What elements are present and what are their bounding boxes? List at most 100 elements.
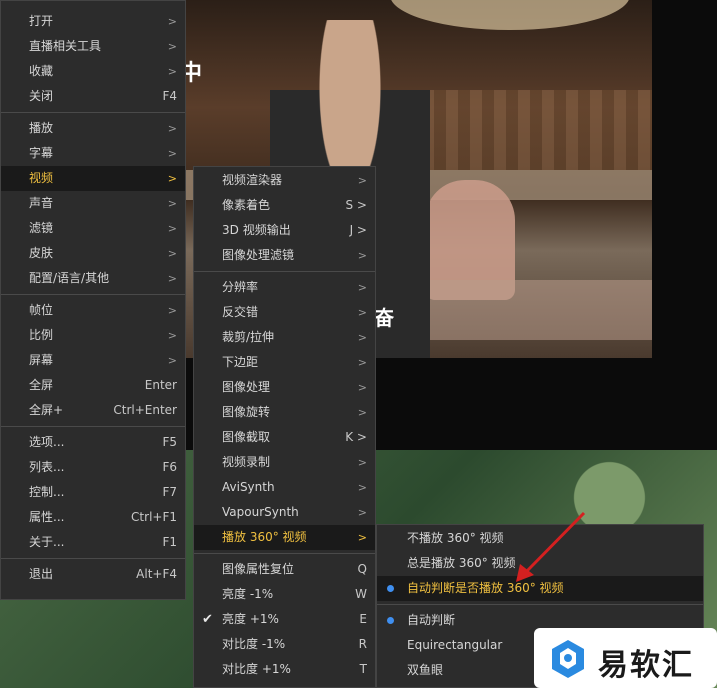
menu-item-shortcut: F7 (162, 485, 177, 499)
submenu-arrow-icon: > (357, 306, 367, 319)
menu-item[interactable]: 播放 > (1, 116, 185, 141)
submenu-arrow-icon: > (167, 65, 177, 78)
menu-item[interactable]: 视频 > (1, 166, 185, 191)
menu-item-label: 声音 (29, 196, 54, 210)
subtitle-fragment: 奋 (374, 306, 394, 330)
menu-item-shortcut: Ctrl+F1 (131, 510, 177, 524)
submenu-arrow-icon: > (167, 354, 177, 367)
menu-item[interactable]: 不播放 360° 视频 (377, 526, 703, 551)
menu-item[interactable]: 退出 Alt+F4 (1, 562, 185, 587)
menu-item[interactable]: 分辨率 > (194, 275, 375, 300)
menu-item-shortcut: F4 (162, 89, 177, 103)
menu-item-label: 配置/语言/其他 (29, 271, 110, 285)
menu-item-label: 列表... (29, 460, 65, 474)
context-menu-video: 视频渲染器 > 像素着色 S >3D 视频输出 J > 图像处理滤镜 > 分辨率 > 反交错 > 裁剪… (193, 166, 376, 688)
menu-item-label: 图像处理 (222, 380, 271, 394)
menu-item[interactable]: 关于... F1 (1, 530, 185, 555)
menu-item-shortcut: E (359, 612, 367, 626)
menu-item[interactable]: 总是播放 360° 视频 (377, 551, 703, 576)
menu-item[interactable]: 全屏 Enter (1, 373, 185, 398)
submenu-arrow-icon: > (167, 222, 177, 235)
menu-item[interactable]: 字幕 > (1, 141, 185, 166)
submenu-arrow-icon: > (167, 15, 177, 28)
menu-item[interactable]: 下边距 > (194, 350, 375, 375)
submenu-arrow-icon: > (357, 456, 367, 469)
menu-separator (1, 294, 185, 295)
menu-item[interactable]: 图像旋转 > (194, 400, 375, 425)
menu-item[interactable]: 对比度 -1% R (194, 632, 375, 657)
menu-item[interactable]: 比例 > (1, 323, 185, 348)
menu-item-label: 屏幕 (29, 353, 54, 367)
menu-item-shortcut: S > (345, 198, 368, 212)
menu-item-label: 选项... (29, 435, 65, 449)
menu-item[interactable]: 皮肤 > (1, 241, 185, 266)
menu-item[interactable]: 视频录制 > (194, 450, 375, 475)
menu-item[interactable]: 图像截取 K > (194, 425, 375, 450)
menu-item[interactable]: 反交错 > (194, 300, 375, 325)
submenu-arrow-icon: > (167, 247, 177, 260)
menu-item[interactable]: 对比度 +1% T (194, 657, 375, 682)
menu-item-label: 亮度 +1% (222, 612, 279, 626)
menu-item[interactable]: 裁剪/拉伸 > (194, 325, 375, 350)
menu-item[interactable]: 声音 > (1, 191, 185, 216)
menu-item[interactable]: 自动判断是否播放 360° 视频 (377, 576, 703, 601)
menu-item-label: Equirectangular (407, 638, 503, 652)
submenu-arrow-icon: > (357, 531, 367, 544)
submenu-arrow-icon: > (167, 304, 177, 317)
menu-item-label: 视频渲染器 (222, 173, 283, 187)
menu-item-label: 裁剪/拉伸 (222, 330, 275, 344)
menu-item-label: 比例 (29, 328, 54, 342)
menu-item-label: 字幕 (29, 146, 54, 160)
menu-item-label: 全屏 (29, 378, 54, 392)
menu-item[interactable]: 收藏 > (1, 59, 185, 84)
menu-item[interactable]: 滤镜 > (1, 216, 185, 241)
menu-item[interactable]: 选项... F5 (1, 430, 185, 455)
menu-item[interactable]: 帧位 > (1, 298, 185, 323)
menu-item[interactable]: AviSynth > (194, 475, 375, 500)
menu-item[interactable]: 全屏+ Ctrl+Enter (1, 398, 185, 423)
menu-item[interactable]: 3D 视频输出 J > (194, 218, 375, 243)
menu-item-label: 播放 360° 视频 (222, 530, 307, 544)
menu-item[interactable]: 关闭 F4 (1, 84, 185, 109)
menu-item[interactable]: ✔ 亮度 +1% E (194, 607, 375, 632)
menu-item[interactable]: 图像属性复位 Q (194, 557, 375, 582)
menu-item-shortcut: R (358, 637, 367, 651)
menu-item[interactable]: 像素着色 S > (194, 193, 375, 218)
menu-item-shortcut: T (359, 662, 367, 676)
menu-item[interactable]: 亮度 -1% W (194, 582, 375, 607)
menu-item-label: 总是播放 360° 视频 (407, 556, 516, 570)
menu-item-label: 视频 (29, 171, 54, 185)
submenu-arrow-icon: > (167, 40, 177, 53)
menu-item-label: 播放 (29, 121, 54, 135)
menu-item-shortcut: W (355, 587, 367, 601)
menu-item-shortcut: J > (349, 223, 367, 237)
menu-item[interactable]: 打开 > (1, 9, 185, 34)
menu-item-label: 自动判断是否播放 360° 视频 (407, 581, 564, 595)
menu-separator (194, 271, 375, 272)
lamp-shape (390, 0, 630, 30)
menu-item-shortcut: K > (345, 430, 367, 444)
menu-item-shortcut: Enter (144, 378, 177, 392)
menu-item[interactable]: 控制... F7 (1, 480, 185, 505)
menu-item[interactable]: 直播相关工具 > (1, 34, 185, 59)
menu-item-label: 下边距 (222, 355, 259, 369)
menu-item[interactable]: 视频渲染器 > (194, 168, 375, 193)
submenu-arrow-icon: > (357, 281, 367, 294)
menu-item[interactable]: VapourSynth > (194, 500, 375, 525)
menu-item[interactable]: 播放 360° 视频 > (194, 525, 375, 550)
menu-item-label: 对比度 +1% (222, 662, 291, 676)
menu-item[interactable]: 列表... F6 (1, 455, 185, 480)
menu-item-label: 全屏+ (29, 403, 64, 417)
submenu-arrow-icon: > (167, 329, 177, 342)
menu-separator (194, 553, 375, 554)
menu-item[interactable]: 配置/语言/其他 > (1, 266, 185, 291)
menu-item-label: 亮度 -1% (222, 587, 274, 601)
menu-item-shortcut: F5 (162, 435, 177, 449)
menu-item-label: 滤镜 (29, 221, 54, 235)
submenu-arrow-icon: > (357, 174, 367, 187)
menu-item[interactable]: 属性... Ctrl+F1 (1, 505, 185, 530)
menu-item[interactable]: 屏幕 > (1, 348, 185, 373)
menu-item[interactable]: 图像处理滤镜 > (194, 243, 375, 268)
radio-dot-icon (387, 617, 394, 624)
menu-item[interactable]: 图像处理 > (194, 375, 375, 400)
